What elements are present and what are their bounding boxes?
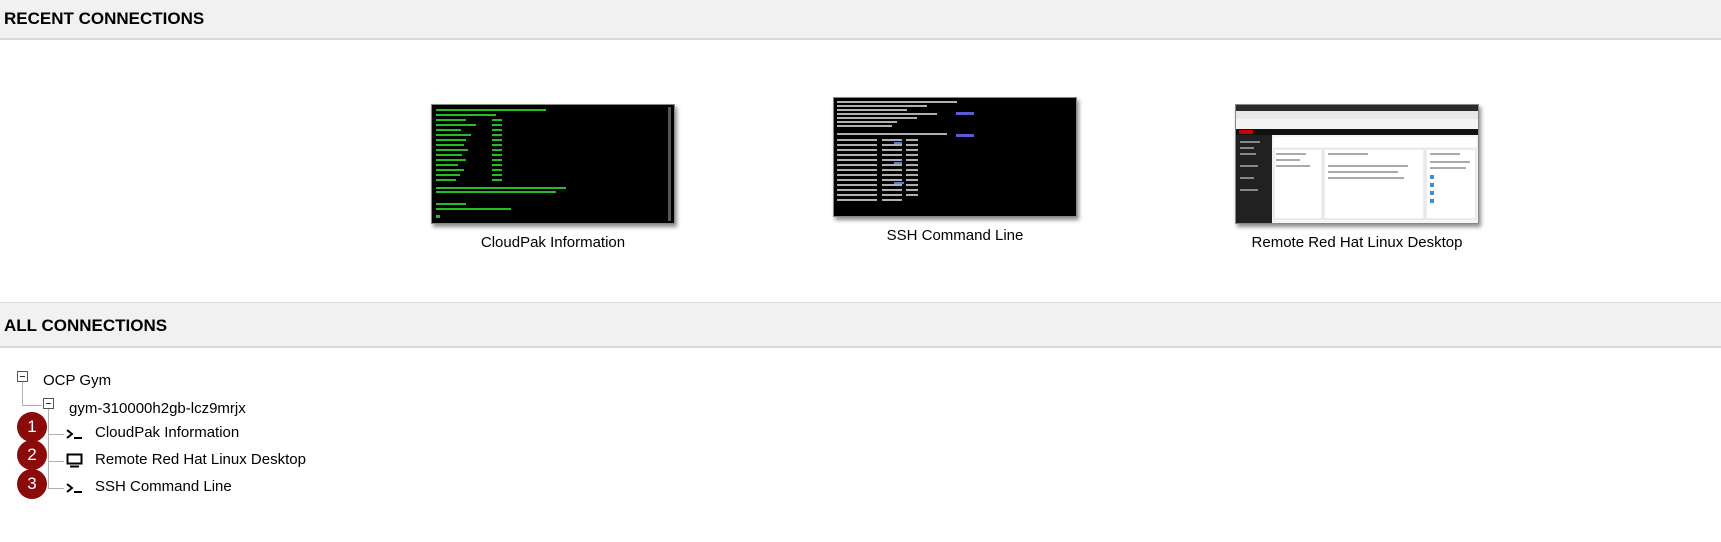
monitor-icon bbox=[66, 453, 83, 468]
recent-connections-title: RECENT CONNECTIONS bbox=[4, 9, 205, 28]
step-badge: 2 bbox=[17, 440, 47, 470]
recent-connection-label[interactable]: SSH Command Line bbox=[790, 227, 1120, 244]
ssh-thumbnail[interactable] bbox=[833, 97, 1077, 217]
step-badge: 3 bbox=[17, 469, 47, 499]
desktop-thumbnail[interactable] bbox=[1235, 104, 1479, 224]
recent-connection-label[interactable]: CloudPak Information bbox=[388, 234, 718, 251]
terminal-icon bbox=[66, 483, 82, 493]
tree-connector bbox=[22, 379, 23, 406]
tree-connector bbox=[48, 461, 64, 462]
tree-connector bbox=[48, 405, 49, 489]
tree-connector bbox=[48, 488, 64, 489]
tree-connector bbox=[22, 405, 42, 406]
terminal-icon bbox=[66, 429, 82, 439]
subgroup-collapse-toggle[interactable] bbox=[43, 398, 54, 409]
step-badge: 1 bbox=[17, 412, 47, 442]
cloudpak-thumbnail[interactable] bbox=[431, 104, 675, 224]
recent-connection-desktop[interactable]: Remote Red Hat Linux Desktop bbox=[1192, 104, 1522, 251]
recent-connection-ssh[interactable]: SSH Command Line bbox=[790, 97, 1120, 244]
terminal-green-text-thumbnail bbox=[436, 107, 671, 221]
recent-connections-header: RECENT CONNECTIONS bbox=[0, 0, 1721, 40]
connection-cloudpak-information[interactable]: CloudPak Information bbox=[95, 424, 239, 441]
connection-remote-desktop[interactable]: Remote Red Hat Linux Desktop bbox=[95, 451, 306, 468]
all-connections-header: ALL CONNECTIONS bbox=[0, 302, 1721, 348]
group-collapse-toggle[interactable] bbox=[17, 371, 28, 382]
terminal-white-text-thumbnail bbox=[837, 101, 974, 201]
tree-connector bbox=[48, 434, 64, 435]
all-connections-title: ALL CONNECTIONS bbox=[4, 316, 168, 335]
group-ocp-gym[interactable]: OCP Gym bbox=[43, 372, 111, 389]
subgroup-gym[interactable]: gym-310000h2gb-lcz9mrjx bbox=[69, 400, 246, 417]
recent-connection-cloudpak[interactable]: CloudPak Information bbox=[388, 104, 718, 251]
connection-ssh-command-line[interactable]: SSH Command Line bbox=[95, 478, 232, 495]
recent-connection-label[interactable]: Remote Red Hat Linux Desktop bbox=[1192, 234, 1522, 251]
desktop-web-console-thumbnail bbox=[1236, 105, 1478, 223]
